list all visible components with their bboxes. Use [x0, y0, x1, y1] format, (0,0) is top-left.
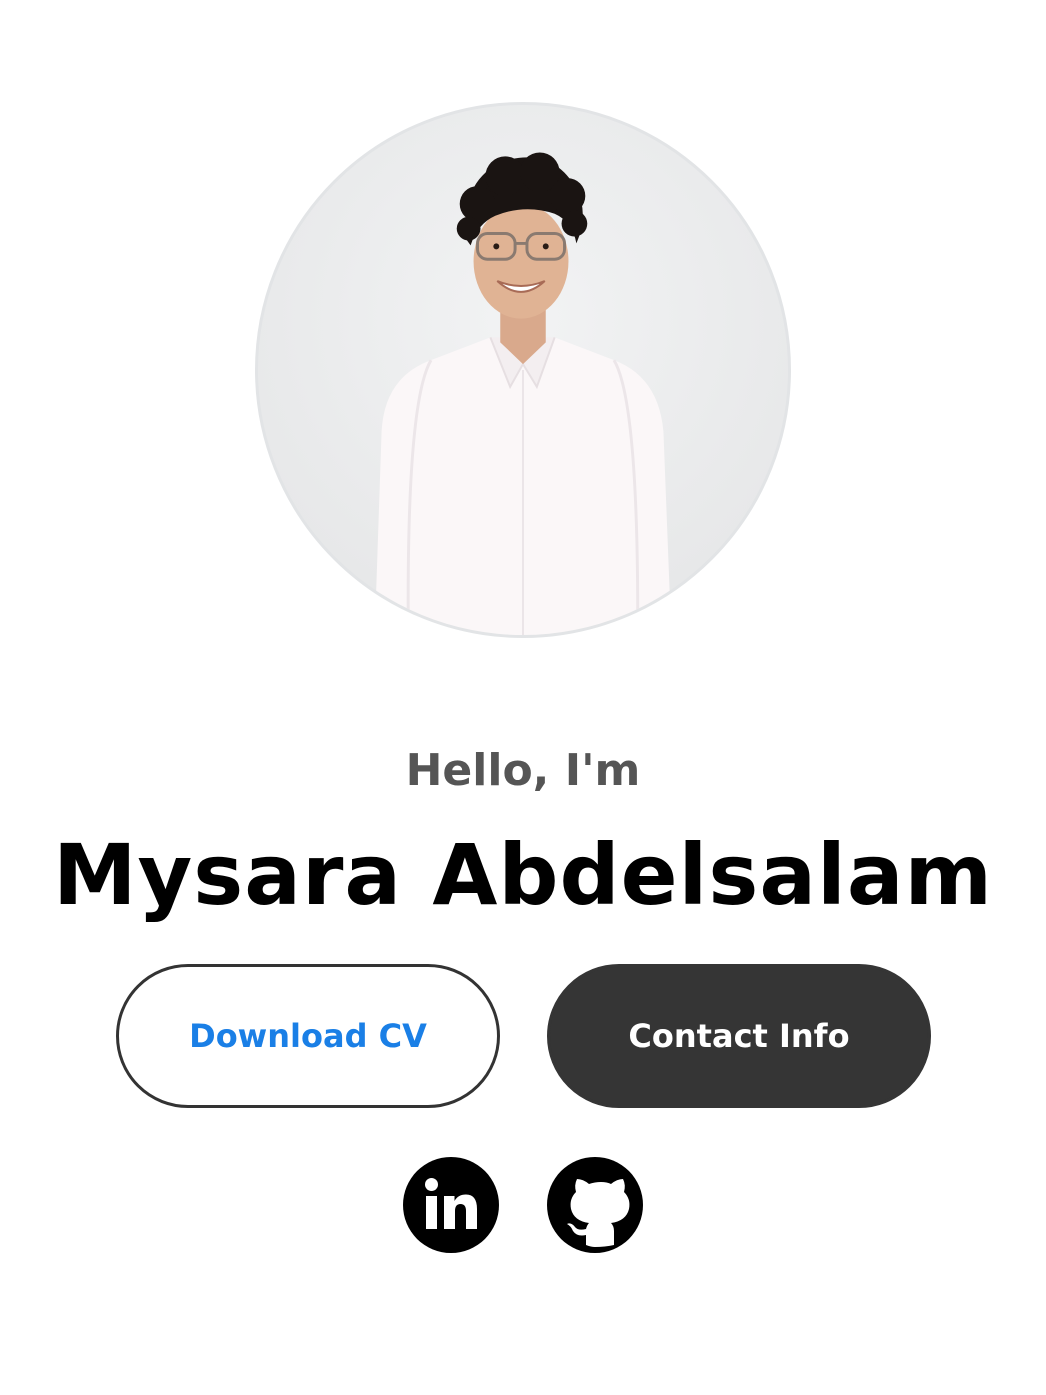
github-icon	[547, 1157, 643, 1253]
greeting-text: Hello, I'm	[405, 745, 641, 796]
linkedin-icon	[403, 1157, 499, 1253]
contact-info-button[interactable]: Contact Info	[547, 964, 931, 1108]
download-cv-label: Download CV	[189, 1017, 427, 1055]
profile-picture	[255, 102, 791, 638]
profile-photo-illustration	[374, 152, 672, 635]
contact-info-label: Contact Info	[628, 1017, 850, 1055]
download-cv-button[interactable]: Download CV	[116, 964, 500, 1108]
linkedin-link[interactable]	[403, 1157, 499, 1253]
github-link[interactable]	[547, 1157, 643, 1253]
profile-name: Mysara Abdelsalam	[52, 826, 994, 924]
